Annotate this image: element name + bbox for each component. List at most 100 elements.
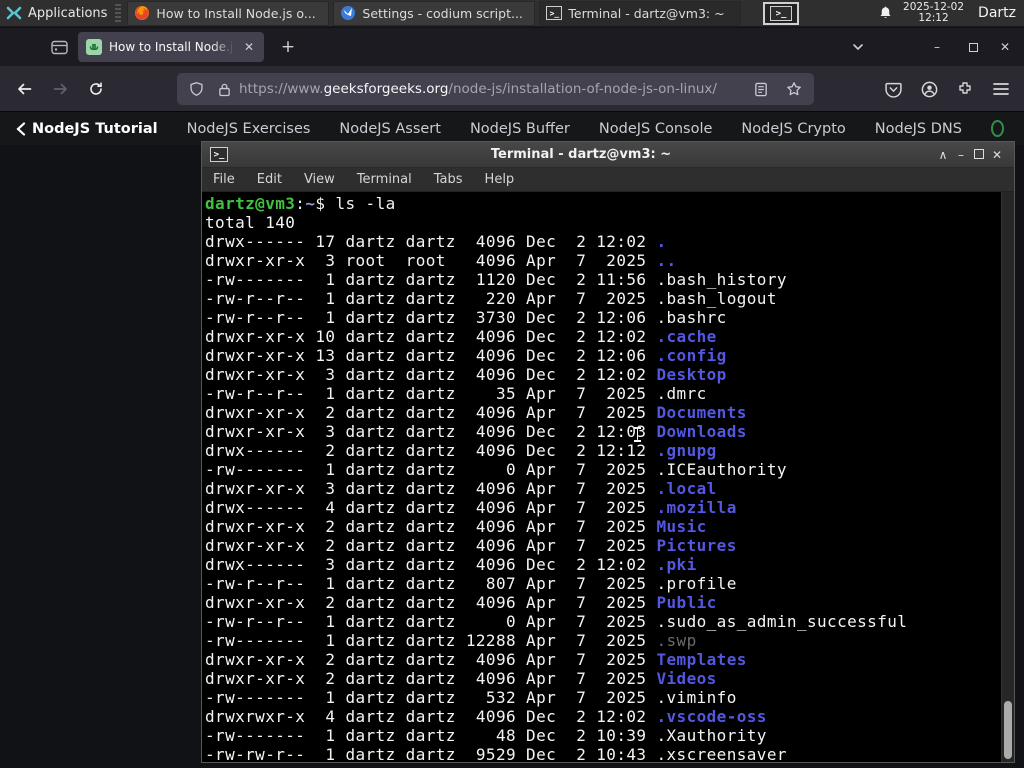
menu-help[interactable]: Help bbox=[474, 172, 526, 187]
file-name: .config bbox=[656, 346, 727, 365]
menu-terminal[interactable]: Terminal bbox=[346, 172, 423, 187]
terminal-content[interactable]: dartz@vm3:~$ ls -la total 140 drwx------… bbox=[202, 192, 1014, 762]
notification-bell-icon[interactable] bbox=[878, 5, 893, 21]
file-name: .Xauthority bbox=[656, 726, 767, 745]
taskbar-window-title: Settings - codium script... bbox=[362, 5, 523, 21]
tab-close-icon[interactable]: ✕ bbox=[242, 39, 256, 55]
geeksforgeeks-favicon bbox=[86, 39, 102, 55]
subnav-item[interactable]: NodeJS Exercises bbox=[187, 121, 311, 137]
subnav-item[interactable]: NodeJS Buffer bbox=[470, 121, 570, 137]
subnav-item[interactable]: NodeJS Assert bbox=[339, 121, 441, 137]
applications-menu-label: Applications bbox=[28, 5, 108, 21]
terminal-close-button[interactable]: ✕ bbox=[988, 148, 1006, 162]
file-name: Desktop bbox=[656, 365, 727, 384]
file-name: .profile bbox=[656, 574, 737, 593]
terminal-shade-button[interactable]: ∧ bbox=[934, 148, 952, 162]
lock-icon[interactable] bbox=[218, 82, 231, 97]
reload-button[interactable] bbox=[84, 77, 108, 101]
applications-menu-button[interactable]: Applications bbox=[0, 0, 115, 27]
url-path: /node-js/installation-of-node-js-on-linu… bbox=[448, 81, 717, 97]
back-button[interactable] bbox=[12, 77, 36, 101]
firefox-tab-bar: How to Install Node.js on ✕ + – ✕ bbox=[0, 28, 1024, 66]
terminal-line: drwx------ 17 dartz dartz 4096 Dec 2 12:… bbox=[205, 232, 667, 251]
url-bar[interactable]: https://www.geeksforgeeks.org/node-js/in… bbox=[177, 73, 814, 105]
terminal-line: -rw-r--r-- 1 dartz dartz 220 Apr 7 2025 … bbox=[205, 289, 777, 308]
prompt-path: ~ bbox=[305, 194, 316, 213]
file-name: Public bbox=[656, 593, 717, 612]
top-panel: Applications How to Install Node.js o...… bbox=[0, 0, 1024, 27]
subnav-item[interactable]: NodeJS Console bbox=[599, 121, 713, 137]
terminal-line: drwxr-xr-x 2 dartz dartz 4096 Apr 7 2025… bbox=[205, 403, 747, 422]
terminal-line: -rw-r--r-- 1 dartz dartz 35 Apr 7 2025 .… bbox=[205, 384, 707, 403]
file-name: . bbox=[656, 232, 667, 251]
menu-file[interactable]: File bbox=[202, 172, 246, 187]
codium-icon bbox=[340, 5, 356, 21]
list-all-tabs-icon[interactable] bbox=[846, 36, 870, 58]
window-maximize-button[interactable] bbox=[961, 35, 985, 59]
system-tray: 2025-12-02 12:12 Dartz bbox=[878, 2, 1024, 24]
file-name: .cache bbox=[656, 327, 717, 346]
taskbar-window-firefox[interactable]: How to Install Node.js o... bbox=[127, 0, 330, 26]
terminal-line: drwxr-xr-x 3 dartz dartz 4096 Dec 2 12:0… bbox=[205, 422, 747, 441]
user-label: Dartz bbox=[978, 5, 1016, 21]
terminal-scrollbar-thumb[interactable] bbox=[1004, 701, 1012, 759]
reader-mode-icon[interactable] bbox=[749, 77, 773, 101]
extensions-puzzle-icon[interactable] bbox=[953, 77, 977, 101]
terminal-icon: >_ bbox=[210, 147, 228, 162]
clock[interactable]: 2025-12-02 12:12 bbox=[903, 2, 964, 24]
subnav-item-active[interactable]: NodeJS Tutorial bbox=[16, 121, 158, 137]
terminal-total-line: total 140 bbox=[205, 213, 296, 232]
focused-app-indicator[interactable]: >_ bbox=[763, 2, 799, 25]
terminal-minimize-button[interactable]: – bbox=[952, 148, 970, 162]
menu-view[interactable]: View bbox=[293, 172, 346, 187]
terminal-line: drwx------ 4 dartz dartz 4096 Apr 7 2025… bbox=[205, 498, 737, 517]
taskbar-window-terminal[interactable]: >_ Terminal - dartz@vm3: ~ bbox=[539, 0, 742, 26]
tab-title: How to Install Node.js on bbox=[109, 40, 235, 54]
file-name: Documents bbox=[656, 403, 747, 422]
terminal-line: -rw------- 1 dartz dartz 0 Apr 7 2025 .I… bbox=[205, 460, 787, 479]
pocket-icon[interactable] bbox=[881, 77, 905, 101]
search-icon[interactable] bbox=[990, 120, 1005, 137]
terminal-line: -rw-r--r-- 1 dartz dartz 0 Apr 7 2025 .s… bbox=[205, 612, 908, 631]
terminal-line: drwxr-xr-x 10 dartz dartz 4096 Dec 2 12:… bbox=[205, 327, 717, 346]
bookmark-star-icon[interactable] bbox=[782, 77, 806, 101]
mouse-cursor-ibeam bbox=[633, 426, 642, 443]
terminal-line: drwxr-xr-x 2 dartz dartz 4096 Apr 7 2025… bbox=[205, 517, 707, 536]
terminal-maximize-button[interactable] bbox=[970, 148, 988, 162]
subnav-item[interactable]: NodeJS Crypto bbox=[741, 121, 845, 137]
subnav-items: NodeJS Exercises NodeJS Assert NodeJS Buff… bbox=[158, 121, 962, 137]
subnav-item[interactable]: NodeJS DNS bbox=[875, 121, 962, 137]
file-name: .sudo_as_admin_successful bbox=[656, 612, 908, 631]
account-icon[interactable] bbox=[917, 77, 941, 101]
terminal-scrollbar[interactable] bbox=[1001, 192, 1014, 762]
hamburger-menu-icon[interactable] bbox=[989, 77, 1013, 101]
terminal-line: drwxr-xr-x 13 dartz dartz 4096 Dec 2 12:… bbox=[205, 346, 727, 365]
window-minimize-button[interactable]: – bbox=[925, 35, 949, 59]
file-name: .gnupg bbox=[656, 441, 717, 460]
terminal-window: >_ Terminal - dartz@vm3: ~ ∧ – ✕ File Ed… bbox=[201, 141, 1015, 763]
file-name: .dmrc bbox=[656, 384, 707, 403]
menu-edit[interactable]: Edit bbox=[246, 172, 293, 187]
forward-button[interactable] bbox=[48, 77, 72, 101]
terminal-titlebar[interactable]: >_ Terminal - dartz@vm3: ~ ∧ – ✕ bbox=[202, 142, 1014, 168]
url-domain: geeksforgeeks.org bbox=[323, 81, 449, 97]
new-tab-button[interactable]: + bbox=[276, 36, 300, 58]
terminal-prompt-line: dartz@vm3:~$ ls -la bbox=[205, 194, 998, 213]
firefox-icon bbox=[134, 5, 150, 21]
file-name: .bash_logout bbox=[656, 289, 777, 308]
file-name: .swp bbox=[656, 631, 697, 650]
browser-tab[interactable]: How to Install Node.js on ✕ bbox=[78, 32, 264, 62]
terminal-line: drwxr-xr-x 2 dartz dartz 4096 Apr 7 2025… bbox=[205, 669, 717, 688]
terminal-listing: drwx------ 17 dartz dartz 4096 Dec 2 12:… bbox=[205, 232, 998, 762]
terminal-line: drwxr-xr-x 3 dartz dartz 4096 Apr 7 2025… bbox=[205, 479, 717, 498]
firefox-view-button[interactable] bbox=[46, 36, 72, 58]
taskbar-window-codium[interactable]: Settings - codium script... bbox=[333, 0, 536, 26]
panel-separator bbox=[115, 4, 122, 22]
url-prefix: https://www. bbox=[239, 81, 324, 97]
menu-tabs[interactable]: Tabs bbox=[423, 172, 474, 187]
tracking-shield-icon[interactable] bbox=[189, 81, 204, 97]
terminal-line: drwxrwxr-x 4 dartz dartz 4096 Dec 2 12:0… bbox=[205, 707, 767, 726]
window-close-button[interactable]: ✕ bbox=[993, 35, 1017, 59]
file-name: .viminfo bbox=[656, 688, 737, 707]
terminal-line: drwxr-xr-x 3 dartz dartz 4096 Dec 2 12:0… bbox=[205, 365, 727, 384]
